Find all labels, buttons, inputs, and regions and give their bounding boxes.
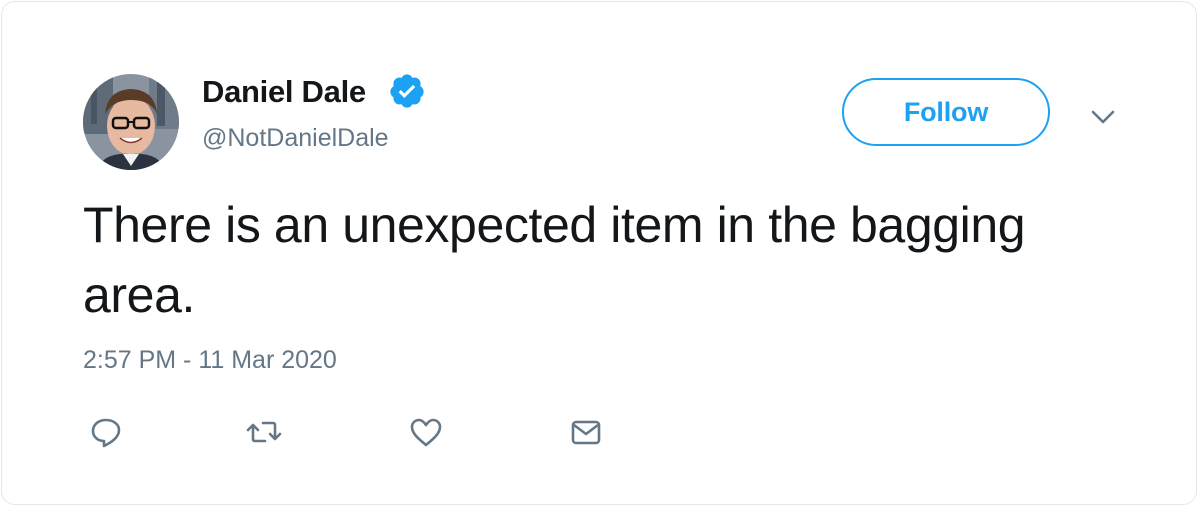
like-icon[interactable] xyxy=(406,412,446,452)
chevron-down-icon[interactable] xyxy=(1088,102,1118,132)
avatar[interactable] xyxy=(83,74,179,170)
tweet-card: Daniel Dale @NotDanielDale Follow There … xyxy=(1,1,1197,505)
retweet-icon[interactable] xyxy=(244,412,284,452)
display-name[interactable]: Daniel Dale xyxy=(202,74,366,110)
follow-button[interactable]: Follow xyxy=(842,78,1050,146)
tweet-timestamp[interactable]: 2:57 PM - 11 Mar 2020 xyxy=(83,346,337,375)
tweet-text: There is an unexpected item in the baggi… xyxy=(83,197,1026,323)
reply-icon[interactable] xyxy=(86,412,126,452)
verified-badge-icon xyxy=(390,74,424,108)
user-handle[interactable]: @NotDanielDale xyxy=(202,124,389,153)
direct-message-icon[interactable] xyxy=(566,412,606,452)
